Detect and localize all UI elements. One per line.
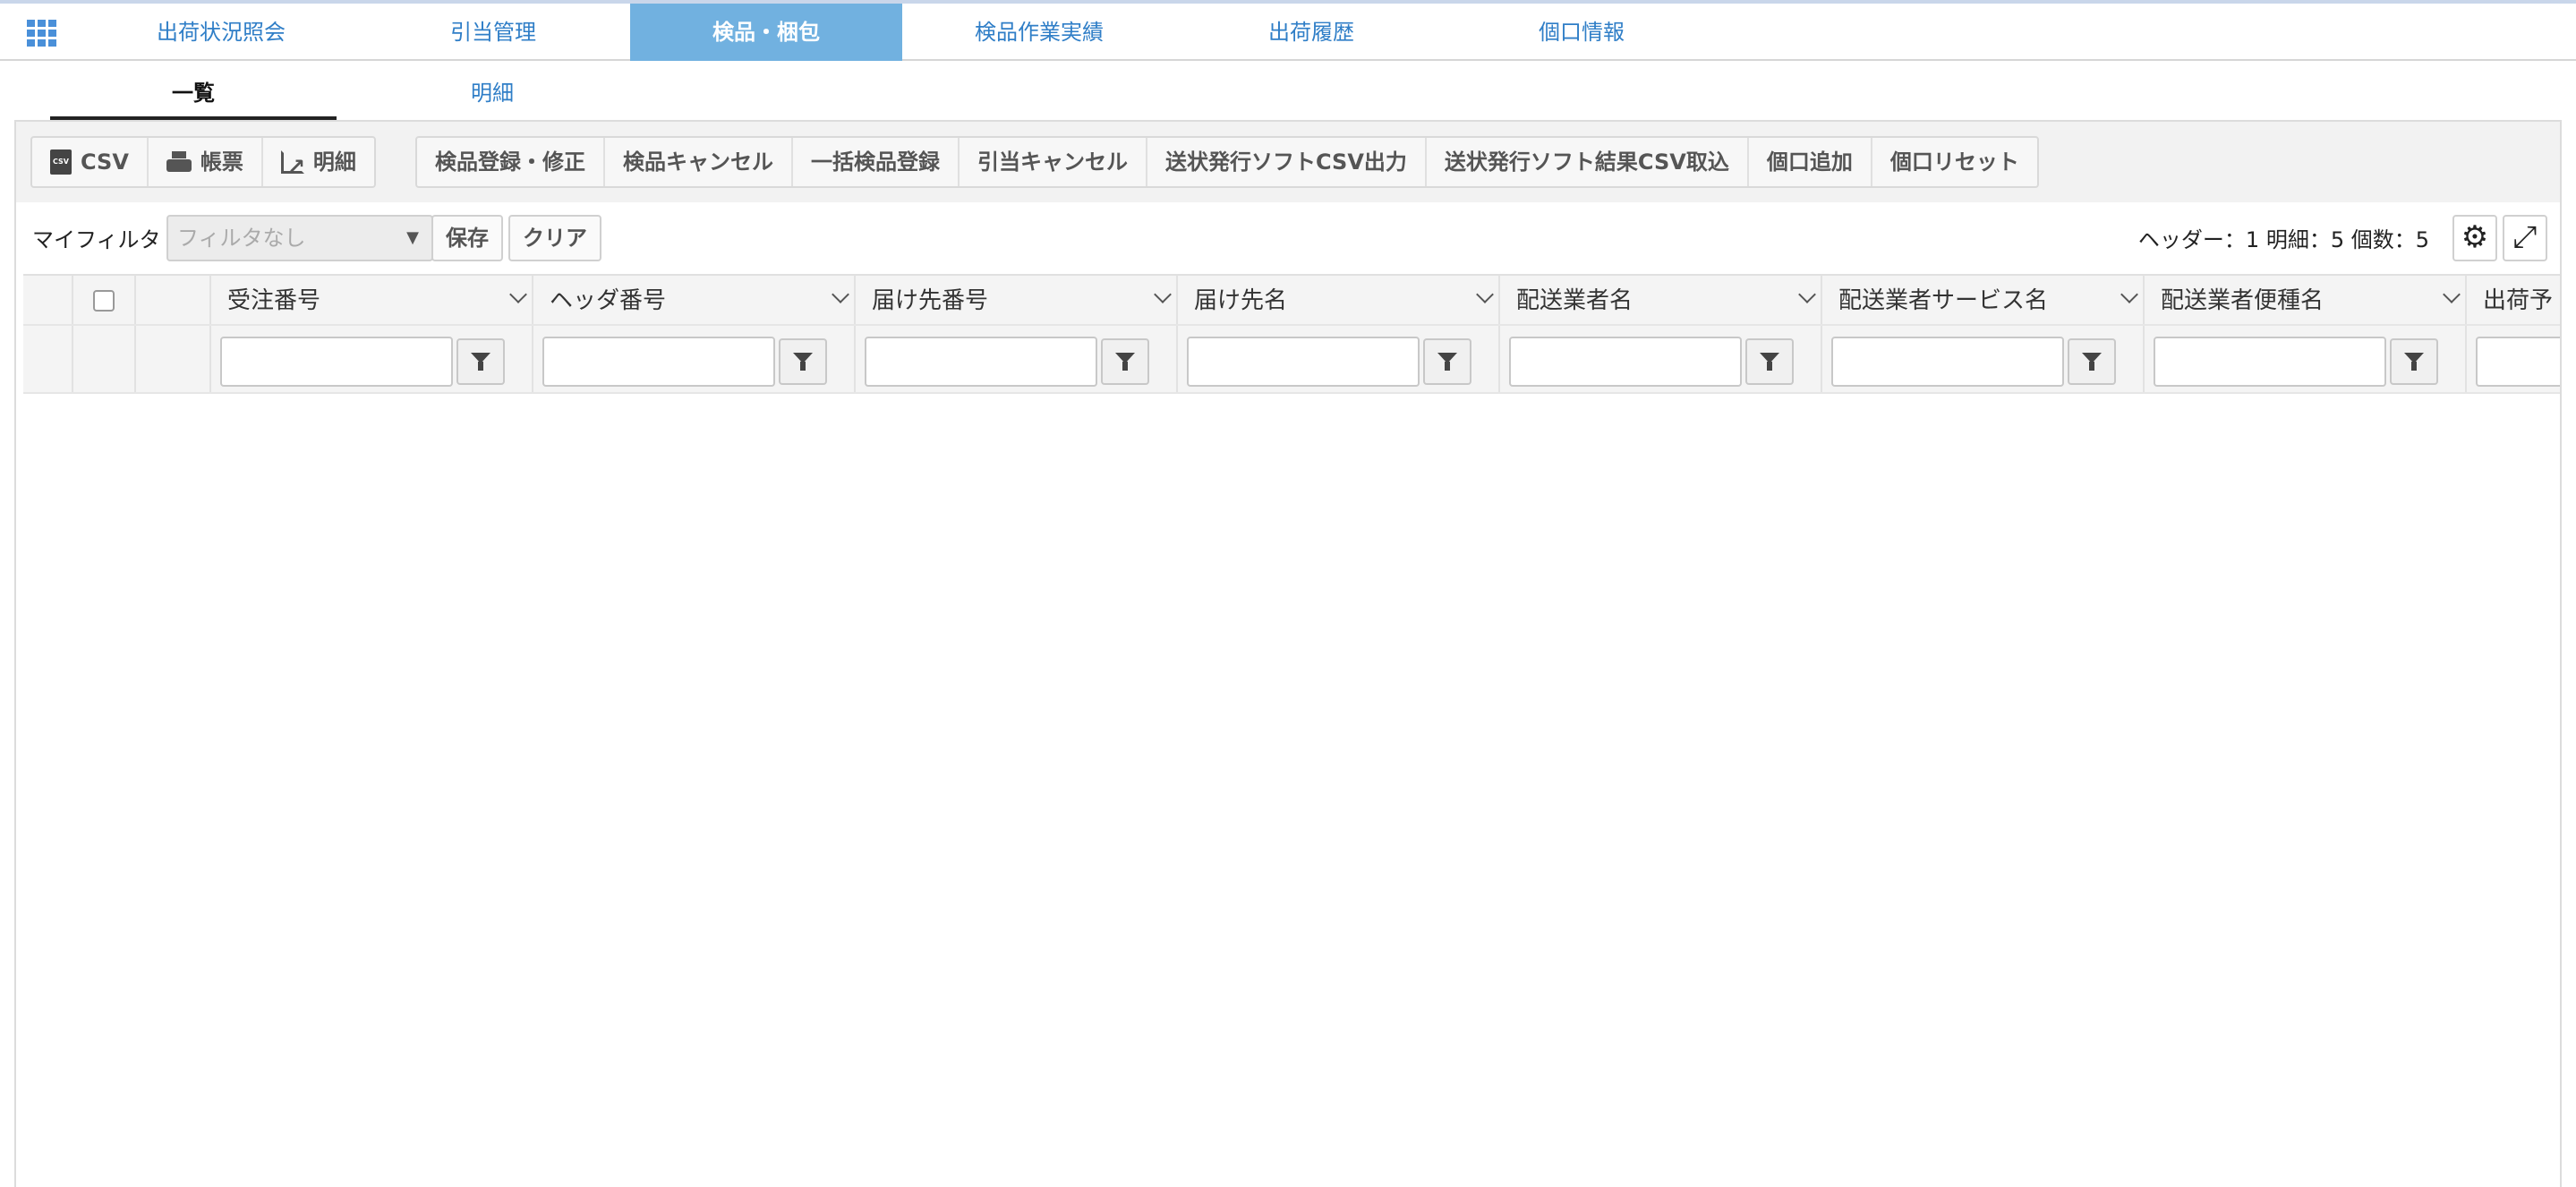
reset-package-button[interactable]: 個口リセット	[1872, 138, 2037, 186]
top-navigation: 出荷状況照会 引当管理 検品・梱包 検品作業実績 出荷履歴 個口情報	[0, 4, 2576, 61]
my-filter-label: マイフィルタ	[32, 227, 161, 252]
sub-tabs: 一覧 明細	[0, 63, 2576, 120]
column-header-header-number[interactable]: ヘッダ番号	[533, 276, 856, 324]
column-label: 出荷予	[2483, 287, 2554, 314]
column-header-destination-name[interactable]: 届け先名	[1178, 276, 1500, 324]
data-grid: 受注番号 ヘッダ番号 届け先番号 届け先名 配送業者名 配送業者サービス名 配送…	[23, 274, 2560, 394]
column-filter-input[interactable]	[2154, 337, 2386, 387]
chevron-down-icon[interactable]	[1154, 286, 1172, 303]
csv-file-icon: CSV	[50, 149, 72, 175]
column-header-carrier-name[interactable]: 配送業者名	[1500, 276, 1822, 324]
column-header-order-number[interactable]: 受注番号	[211, 276, 533, 324]
report-button[interactable]: 帳票	[149, 138, 263, 186]
column-header-scheduled-ship[interactable]: 出荷予	[2467, 276, 2560, 324]
filter-row: マイフィルタ フィルタなし ▼ 保存 クリア ヘッダー：1 明細：5 個数：5 …	[16, 211, 2560, 265]
report-button-label: 帳票	[200, 149, 243, 175]
row-number-filter-cell	[23, 326, 73, 392]
main-panel: CSV CSV 帳票 明細 検品登録・修正 検品キャンセル 一括検品登録 引当キ…	[14, 120, 2562, 1187]
filter-save-button[interactable]: 保存	[431, 215, 503, 261]
column-filter-input[interactable]	[1831, 337, 2064, 387]
record-counts: ヘッダー：1 明細：5 個数：5	[2137, 227, 2429, 252]
allocation-cancel-button[interactable]: 引当キャンセル	[960, 138, 1147, 186]
filter-funnel-icon[interactable]	[1423, 338, 1471, 385]
filter-cell-destination-name	[1178, 326, 1500, 392]
column-label: 配送業者名	[1516, 287, 1633, 314]
csv-button-label: CSV	[81, 149, 129, 175]
filter-cell-destination-number	[856, 326, 1178, 392]
filter-cell-carrier-name	[1500, 326, 1822, 392]
chevron-down-icon[interactable]	[832, 286, 849, 303]
nav-tab-shipping-status[interactable]: 出荷状況照会	[113, 4, 329, 61]
column-label: 配送業者サービス名	[1838, 287, 2049, 314]
nav-tab-inspection-packing[interactable]: 検品・梱包	[630, 4, 902, 61]
nav-tab-shipping-history[interactable]: 出荷履歴	[1203, 4, 1420, 61]
chevron-down-icon[interactable]	[1798, 286, 1816, 303]
filter-cell-carrier-delivery-type	[2145, 326, 2467, 392]
filter-funnel-icon[interactable]	[779, 338, 827, 385]
filter-clear-button[interactable]: クリア	[508, 215, 601, 261]
my-filter-select[interactable]: フィルタなし ▼	[166, 215, 433, 261]
chevron-down-icon[interactable]	[2443, 286, 2461, 303]
filter-cell-header-number	[533, 326, 856, 392]
dropdown-arrow-icon: ▼	[406, 228, 419, 247]
detail-button-label: 明細	[312, 149, 356, 175]
column-filter-input[interactable]	[865, 337, 1097, 387]
column-filter-input[interactable]	[542, 337, 775, 387]
toolbar: CSV CSV 帳票 明細 検品登録・修正 検品キャンセル 一括検品登録 引当キ…	[16, 122, 2560, 202]
inspection-register-button[interactable]: 検品登録・修正	[417, 138, 605, 186]
export-button-group: CSV CSV 帳票 明細	[30, 136, 376, 191]
column-filter-input[interactable]	[1187, 337, 1420, 387]
app-grid-icon[interactable]	[27, 20, 57, 47]
nav-tab-inspection-results[interactable]: 検品作業実績	[931, 4, 1147, 61]
filter-cell-scheduled-ship	[2467, 326, 2560, 392]
action-button-group: 検品登録・修正 検品キャンセル 一括検品登録 引当キャンセル 送状発行ソフトCS…	[415, 136, 2039, 188]
nav-tab-package-info[interactable]: 個口情報	[1473, 4, 1690, 61]
my-filter-placeholder: フィルタなし	[177, 226, 306, 251]
select-all-checkbox[interactable]	[93, 290, 115, 312]
select-all-header	[73, 276, 136, 324]
subtab-detail[interactable]: 明細	[394, 63, 591, 120]
external-link-icon	[280, 142, 305, 191]
column-header-carrier-delivery-type[interactable]: 配送業者便種名	[2145, 276, 2467, 324]
filter-funnel-icon[interactable]	[456, 338, 505, 385]
filter-cell-carrier-service	[1822, 326, 2145, 392]
grid-header-row: 受注番号 ヘッダ番号 届け先番号 届け先名 配送業者名 配送業者サービス名 配送…	[23, 274, 2560, 326]
status-filter-cell	[136, 326, 211, 392]
filter-funnel-icon[interactable]	[2390, 338, 2438, 385]
row-number-header	[23, 276, 73, 324]
chevron-down-icon[interactable]	[509, 286, 527, 303]
label-software-csv-export-button[interactable]: 送状発行ソフトCSV出力	[1147, 138, 1427, 186]
chevron-down-icon[interactable]	[1476, 286, 1494, 303]
filter-funnel-icon[interactable]	[2068, 338, 2116, 385]
column-header-carrier-service[interactable]: 配送業者サービス名	[1822, 276, 2145, 324]
column-label: 届け先名	[1194, 287, 1288, 314]
detail-button[interactable]: 明細	[263, 138, 374, 191]
filter-funnel-icon[interactable]	[1101, 338, 1149, 385]
print-icon	[166, 151, 192, 173]
bulk-inspection-button[interactable]: 一括検品登録	[793, 138, 960, 186]
chevron-down-icon[interactable]	[2120, 286, 2138, 303]
add-package-button[interactable]: 個口追加	[1749, 138, 1872, 186]
column-filter-input[interactable]	[2476, 337, 2560, 387]
filter-funnel-icon[interactable]	[1745, 338, 1794, 385]
csv-button[interactable]: CSV CSV	[32, 138, 149, 186]
column-label: 届け先番号	[872, 287, 989, 314]
fullscreen-icon[interactable]: ⤢	[2503, 215, 2547, 261]
column-label: 受注番号	[227, 287, 321, 314]
checkbox-filter-cell	[73, 326, 136, 392]
column-label: 配送業者便種名	[2161, 287, 2324, 314]
column-filter-input[interactable]	[1509, 337, 1742, 387]
filter-cell-order-number	[211, 326, 533, 392]
column-filter-input[interactable]	[220, 337, 453, 387]
label-software-csv-import-button[interactable]: 送状発行ソフト結果CSV取込	[1427, 138, 1749, 186]
column-header-destination-number[interactable]: 届け先番号	[856, 276, 1178, 324]
settings-gear-icon[interactable]: ⚙	[2452, 215, 2497, 261]
nav-tab-allocation[interactable]: 引当管理	[385, 4, 601, 61]
grid-filter-row	[23, 326, 2560, 394]
inspection-cancel-button[interactable]: 検品キャンセル	[605, 138, 793, 186]
column-label: ヘッダ番号	[550, 287, 667, 314]
subtab-list[interactable]: 一覧	[50, 63, 337, 120]
status-header	[136, 276, 211, 324]
